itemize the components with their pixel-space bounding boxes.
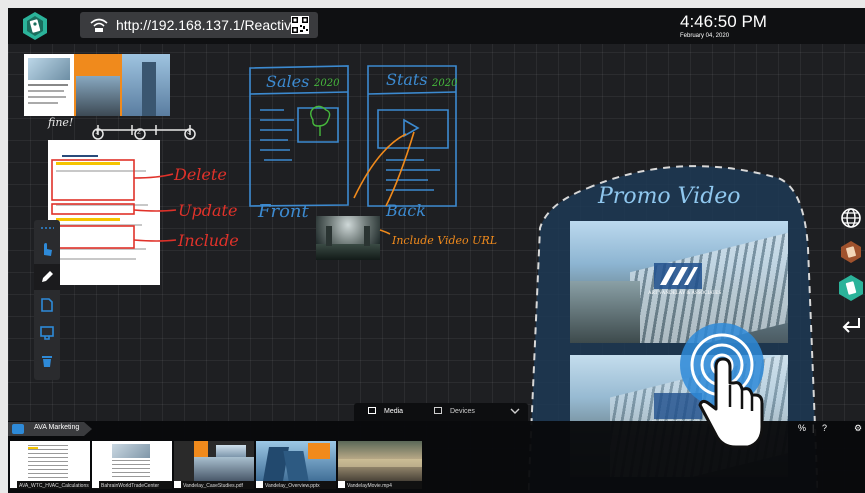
file-thumbnail[interactable]: VandelayMovie.mp4 (338, 441, 422, 489)
file-thumbnail[interactable]: Vandelay_CaseStudies.pdf (174, 441, 254, 489)
annotation-back: Back (386, 201, 426, 220)
touch-hand-icon (44, 243, 52, 256)
document-icon (41, 298, 53, 312)
settings-toggle-icon[interactable]: % (798, 423, 806, 433)
file-name: BahrainWorldTradeCenter (101, 483, 160, 489)
pen-toolbar (34, 220, 60, 380)
back-arrow-icon[interactable] (839, 314, 863, 338)
annotation-step-2: 2 (137, 129, 141, 136)
brown-app-icon[interactable] (839, 240, 863, 264)
touch-tool-button[interactable] (34, 236, 60, 262)
annotation-update: Update (178, 201, 238, 220)
folder-icon (12, 424, 24, 434)
page-tool-button[interactable] (34, 292, 60, 318)
annotation-delete: Delete (174, 165, 227, 184)
pen-tool-button[interactable] (34, 264, 60, 290)
tab-media[interactable]: Media (368, 405, 403, 419)
document-icon (92, 481, 99, 488)
gear-icon[interactable]: ⚙ (854, 423, 862, 434)
delete-tool-button[interactable] (34, 348, 60, 374)
globe-icon[interactable] (839, 206, 863, 230)
pdf-icon (174, 481, 181, 488)
monitor-icon (434, 407, 442, 414)
annotation-front: Front (258, 201, 309, 222)
file-name: VandelayMovie.mp4 (347, 483, 392, 489)
drag-dots-icon (41, 227, 54, 229)
file-name: Vandelay_Overview.pptx (265, 483, 320, 489)
annotation-sales: Sales (266, 72, 310, 91)
file-thumbnail[interactable]: BahrainWorldTradeCenter (92, 441, 172, 489)
folder-breadcrumb[interactable]: AVA Marketing (8, 422, 92, 436)
annotation-include: Include (178, 231, 239, 250)
green-app-icon[interactable] (837, 274, 865, 302)
divider: | (812, 423, 815, 433)
tab-devices[interactable]: Devices (434, 405, 475, 419)
presentation-icon (256, 481, 263, 488)
help-button[interactable]: ? (822, 423, 827, 433)
touch-pointer-icon (680, 323, 764, 449)
annotation-step-3: 3 (187, 129, 191, 136)
folder-name: AVA Marketing (34, 424, 80, 431)
annotation-include-video: Include Video URL (392, 234, 498, 247)
toolbar-drag-handle[interactable] (34, 222, 60, 234)
annotation-stats-year: 2020 (432, 78, 458, 89)
pen-icon (42, 271, 53, 282)
annotation-fine: fine! (48, 116, 74, 129)
screenshot-tool-button[interactable] (34, 320, 60, 346)
whiteboard-canvas[interactable]: http://192.168.137.1/Reactiv 4:46:50 PM … (8, 8, 865, 493)
screen-capture-icon (40, 326, 54, 340)
media-tabs: Media Devices (354, 403, 528, 421)
annotation-stats: Stats (386, 70, 428, 89)
chevron-down-icon[interactable] (510, 406, 520, 416)
media-icon (368, 407, 376, 414)
file-thumbnail[interactable]: AVA_WTC_HVAC_Calculations (10, 441, 90, 489)
file-name: AVA_WTC_HVAC_Calculations (19, 483, 89, 489)
trash-icon (42, 356, 52, 367)
file-thumbnail[interactable]: Vandelay_Overview.pptx (256, 441, 336, 489)
spreadsheet-icon (10, 481, 17, 488)
annotation-sales-year: 2020 (314, 78, 340, 89)
annotation-step-1: 1 (95, 129, 99, 136)
file-name: Vandelay_CaseStudies.pdf (183, 483, 243, 489)
video-icon (338, 481, 345, 488)
